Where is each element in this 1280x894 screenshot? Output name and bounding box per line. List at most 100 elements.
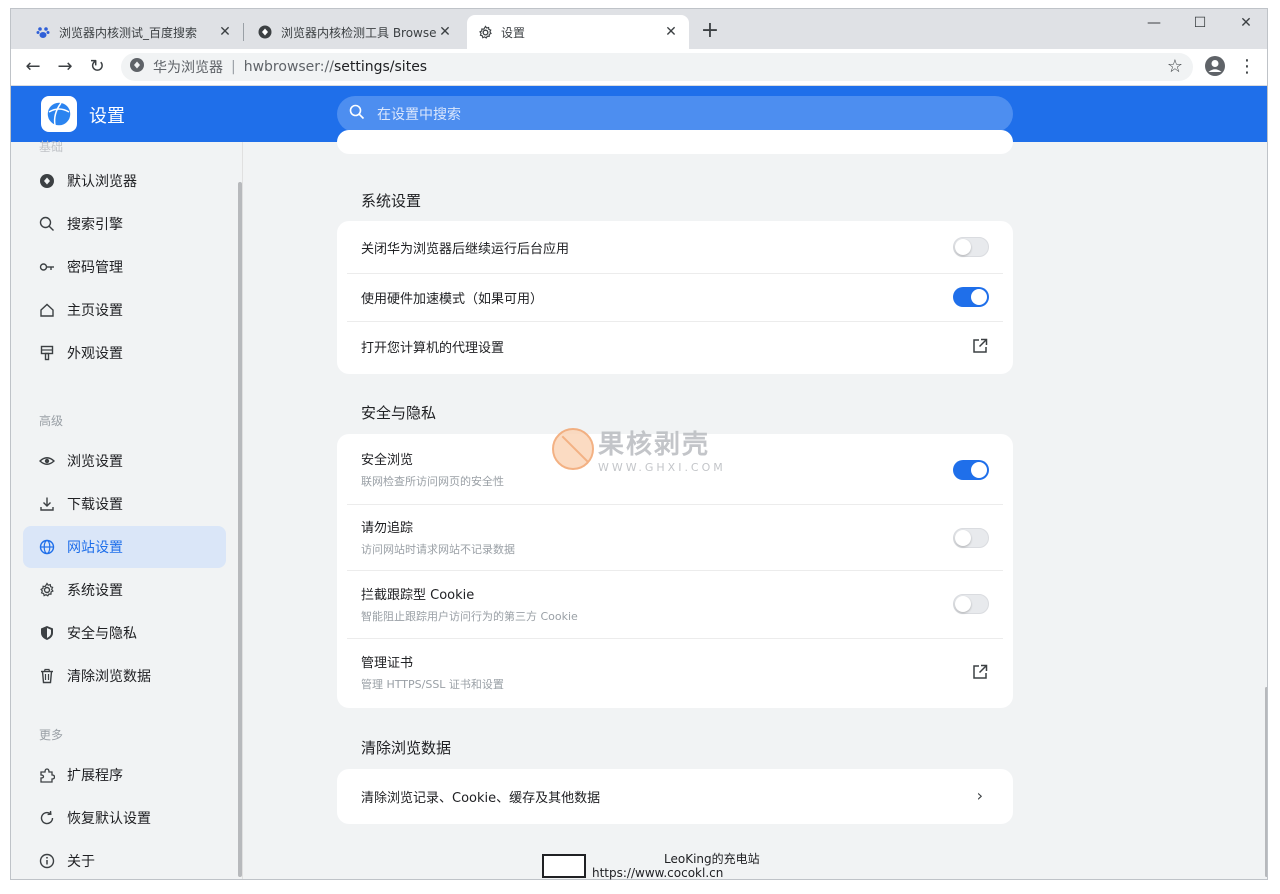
gear-icon — [477, 24, 493, 40]
row-description: 联网检查所访问网页的安全性 — [361, 475, 504, 488]
profile-avatar-icon[interactable] — [1203, 55, 1227, 79]
back-button[interactable]: ← — [21, 55, 45, 79]
hardware-acceleration-toggle[interactable] — [953, 287, 989, 307]
external-link-icon[interactable] — [971, 337, 989, 355]
sidebar-item-label: 系统设置 — [67, 583, 123, 599]
sidebar-item-extensions[interactable]: 扩展程序 — [23, 754, 226, 796]
watermark-url: WWW.GHXI.COM — [598, 461, 726, 474]
maximize-button[interactable]: ☐ — [1177, 15, 1223, 37]
sidebar-item-search-engine[interactable]: 搜索引擎 — [23, 203, 226, 245]
row-block-tracking-cookies[interactable]: 拦截跟踪型 Cookie 智能阻止跟踪用户访问行为的第三方 Cookie — [337, 570, 1013, 638]
row-proxy-settings[interactable]: 打开您计算机的代理设置 — [337, 321, 1013, 371]
sidebar-item-downloads[interactable]: 下载设置 — [23, 483, 226, 525]
minimize-button[interactable]: — — [1131, 15, 1177, 37]
sidebar-item-homepage[interactable]: 主页设置 — [23, 289, 226, 331]
card-system: 关闭华为浏览器后继续运行后台应用 使用硬件加速模式（如果可用） 打开您计算机的代… — [337, 221, 1013, 374]
external-link-icon[interactable] — [971, 663, 989, 681]
new-tab-button[interactable]: + — [697, 19, 723, 45]
sidebar-group-more: 更多 — [39, 728, 64, 742]
watermark-author: LeoKing的充电站 — [664, 852, 760, 866]
sidebar-item-site-settings[interactable]: 网站设置 — [23, 526, 226, 568]
ghxi-watermark: 果核剥壳 WWW.GHXI.COM — [552, 424, 726, 474]
sidebar-item-label: 下载设置 — [67, 497, 123, 513]
ghxi-logo-icon — [552, 428, 594, 470]
sidebar-item-label: 关于 — [67, 854, 95, 870]
safe-browsing-toggle[interactable] — [953, 460, 989, 480]
sidebar-item-label: 清除浏览数据 — [67, 669, 151, 685]
section-title-privacy: 安全与隐私 — [361, 404, 437, 422]
paint-brush-icon — [39, 345, 55, 361]
sidebar-scrollbar[interactable] — [238, 182, 242, 877]
baidu-paw-icon — [35, 24, 51, 40]
tab-title: 浏览器内核测试_百度搜索 — [59, 25, 198, 40]
browser-globe-icon — [39, 173, 55, 189]
main-scrollbar[interactable] — [1265, 687, 1267, 877]
sidebar-item-label: 扩展程序 — [67, 768, 123, 784]
home-icon — [39, 302, 55, 318]
row-label: 拦截跟踪型 Cookie — [361, 588, 475, 603]
author-watermark: LeoKing的充电站 https://www.cocokl.cn — [542, 852, 760, 880]
puzzle-icon — [39, 767, 55, 783]
close-tab-icon[interactable]: ✕ — [437, 24, 453, 40]
settings-title: 设置 — [89, 106, 125, 127]
close-window-button[interactable]: ✕ — [1223, 15, 1267, 37]
sidebar: 基础 默认浏览器 搜索引擎 密码管理 主页设置 外观设置 高级 浏览设置 下载设… — [11, 140, 243, 879]
globe-icon — [39, 539, 55, 555]
tab-browser-detect[interactable]: 浏览器内核检测工具 Browser ✕ — [247, 15, 463, 49]
row-hardware-acceleration[interactable]: 使用硬件加速模式（如果可用） — [337, 273, 1013, 321]
row-description: 管理 HTTPS/SSL 证书和设置 — [361, 678, 504, 691]
previous-card-edge — [337, 130, 1013, 154]
tab-separator — [243, 23, 244, 41]
card-privacy: 安全浏览 联网检查所访问网页的安全性 请勿追踪 访问网站时请求网站不记录数据 拦… — [337, 434, 1013, 708]
background-apps-toggle[interactable] — [953, 237, 989, 257]
address-bar[interactable]: 华为浏览器 | hwbrowser:// settings/sites — [121, 53, 1193, 81]
search-icon — [349, 104, 365, 124]
section-title-system: 系统设置 — [361, 192, 422, 210]
row-label: 使用硬件加速模式（如果可用） — [361, 291, 544, 307]
sidebar-item-clear-data[interactable]: 清除浏览数据 — [23, 655, 226, 697]
section-title-clear-data: 清除浏览数据 — [361, 739, 452, 757]
sidebar-item-reset[interactable]: 恢复默认设置 — [23, 797, 226, 839]
close-tab-icon[interactable]: ✕ — [217, 24, 233, 40]
sidebar-item-default-browser[interactable]: 默认浏览器 — [23, 160, 226, 202]
sidebar-item-about[interactable]: 关于 — [23, 840, 226, 879]
tab-settings[interactable]: 设置 ✕ — [467, 15, 689, 49]
sidebar-item-browsing[interactable]: 浏览设置 — [23, 440, 226, 482]
sidebar-group-basic: 基础 — [39, 140, 64, 154]
close-tab-icon[interactable]: ✕ — [663, 24, 679, 40]
row-background-apps[interactable]: 关闭华为浏览器后继续运行后台应用 — [337, 221, 1013, 273]
tab-baidu-search[interactable]: 浏览器内核测试_百度搜索 ✕ — [25, 15, 243, 49]
reload-button[interactable]: ↻ — [85, 55, 109, 79]
search-icon — [39, 216, 55, 232]
tab-title: 设置 — [501, 25, 526, 40]
trash-icon — [39, 668, 55, 684]
main-panel: 系统设置 关闭华为浏览器后继续运行后台应用 使用硬件加速模式（如果可用） 打开您… — [243, 130, 1267, 879]
browser-logo-icon — [41, 96, 77, 132]
row-do-not-track[interactable]: 请勿追踪 访问网站时请求网站不记录数据 — [337, 504, 1013, 570]
menu-icon[interactable]: ⋮ — [1235, 55, 1259, 79]
url-path: settings/sites — [333, 59, 428, 75]
tab-strip: 浏览器内核测试_百度搜索 ✕ 浏览器内核检测工具 Browser ✕ 设置 ✕ … — [11, 9, 1267, 49]
do-not-track-toggle[interactable] — [953, 528, 989, 548]
row-label: 打开您计算机的代理设置 — [361, 340, 505, 356]
sidebar-item-passwords[interactable]: 密码管理 — [23, 246, 226, 288]
tab-title: 浏览器内核检测工具 Browser — [281, 25, 437, 40]
settings-search-input[interactable]: 在设置中搜索 — [337, 96, 1013, 132]
sidebar-item-privacy[interactable]: 安全与隐私 — [23, 612, 226, 654]
block-tracking-cookies-toggle[interactable] — [953, 594, 989, 614]
row-manage-certificates[interactable]: 管理证书 管理 HTTPS/SSL 证书和设置 — [337, 638, 1013, 706]
sidebar-item-label: 网站设置 — [67, 540, 123, 556]
bookmark-star-icon[interactable]: ☆ — [1163, 55, 1187, 79]
row-label: 安全浏览 — [361, 453, 414, 468]
sidebar-item-system[interactable]: 系统设置 — [23, 569, 226, 611]
site-info-icon[interactable] — [129, 57, 145, 77]
sidebar-item-label: 浏览设置 — [67, 454, 123, 470]
row-label: 清除浏览记录、Cookie、缓存及其他数据 — [361, 791, 601, 806]
watermark-author-url: https://www.cocokl.cn — [592, 866, 724, 880]
sidebar-item-appearance[interactable]: 外观设置 — [23, 332, 226, 374]
row-clear-browsing-data[interactable]: 清除浏览记录、Cookie、缓存及其他数据 › — [337, 769, 1013, 824]
sidebar-item-label: 恢复默认设置 — [67, 811, 151, 827]
reset-icon — [39, 810, 55, 826]
sidebar-item-label: 主页设置 — [67, 303, 123, 319]
forward-button[interactable]: → — [53, 55, 77, 79]
